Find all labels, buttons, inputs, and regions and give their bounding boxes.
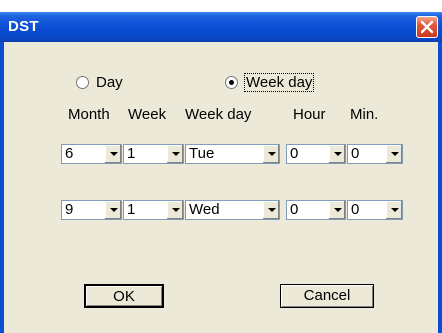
chevron-down-icon[interactable] bbox=[328, 145, 345, 163]
end-min-select[interactable]: 0 bbox=[347, 200, 403, 220]
start-hour-select[interactable]: 0 bbox=[286, 144, 346, 164]
header-min: Min. bbox=[350, 106, 379, 123]
chevron-down-icon[interactable] bbox=[385, 201, 402, 219]
header-weekday: Week day bbox=[185, 106, 252, 123]
radio-weekday-indicator[interactable] bbox=[225, 76, 238, 89]
chevron-down-icon[interactable] bbox=[385, 145, 402, 163]
title-bar[interactable]: DST bbox=[0, 12, 442, 42]
dialog-body: Day Week day Month Week Week day Hour Mi… bbox=[0, 42, 442, 333]
radio-weekday-label: Week day bbox=[243, 73, 315, 92]
start-min-select[interactable]: 0 bbox=[347, 144, 403, 164]
end-hour-select[interactable]: 0 bbox=[286, 200, 346, 220]
header-month: Month bbox=[68, 106, 110, 123]
end-weekday-select[interactable]: Wed bbox=[185, 200, 280, 220]
radio-day[interactable]: Day bbox=[76, 74, 123, 91]
chevron-down-icon[interactable] bbox=[262, 145, 279, 163]
top-strip bbox=[0, 0, 442, 12]
chevron-down-icon[interactable] bbox=[104, 145, 121, 163]
radio-day-indicator[interactable] bbox=[76, 76, 89, 89]
cancel-button[interactable]: Cancel bbox=[280, 284, 374, 308]
window-title: DST bbox=[8, 18, 39, 35]
start-week-select[interactable]: 1 bbox=[123, 144, 184, 164]
ok-button[interactable]: OK bbox=[84, 284, 164, 308]
end-month-select[interactable]: 9 bbox=[61, 200, 122, 220]
chevron-down-icon[interactable] bbox=[328, 201, 345, 219]
dst-dialog: DST Day Week day Month Week Week day Hou… bbox=[0, 0, 442, 333]
chevron-down-icon[interactable] bbox=[262, 201, 279, 219]
radio-weekday[interactable]: Week day bbox=[225, 73, 315, 92]
close-button[interactable] bbox=[416, 16, 438, 38]
end-week-select[interactable]: 1 bbox=[123, 200, 184, 220]
chevron-down-icon[interactable] bbox=[104, 201, 121, 219]
header-week: Week bbox=[128, 106, 167, 123]
header-hour: Hour bbox=[293, 106, 326, 123]
start-weekday-select[interactable]: Tue bbox=[185, 144, 280, 164]
start-month-select[interactable]: 6 bbox=[61, 144, 122, 164]
chevron-down-icon[interactable] bbox=[166, 145, 183, 163]
chevron-down-icon[interactable] bbox=[166, 201, 183, 219]
radio-day-label: Day bbox=[96, 74, 123, 91]
close-icon bbox=[420, 20, 434, 34]
